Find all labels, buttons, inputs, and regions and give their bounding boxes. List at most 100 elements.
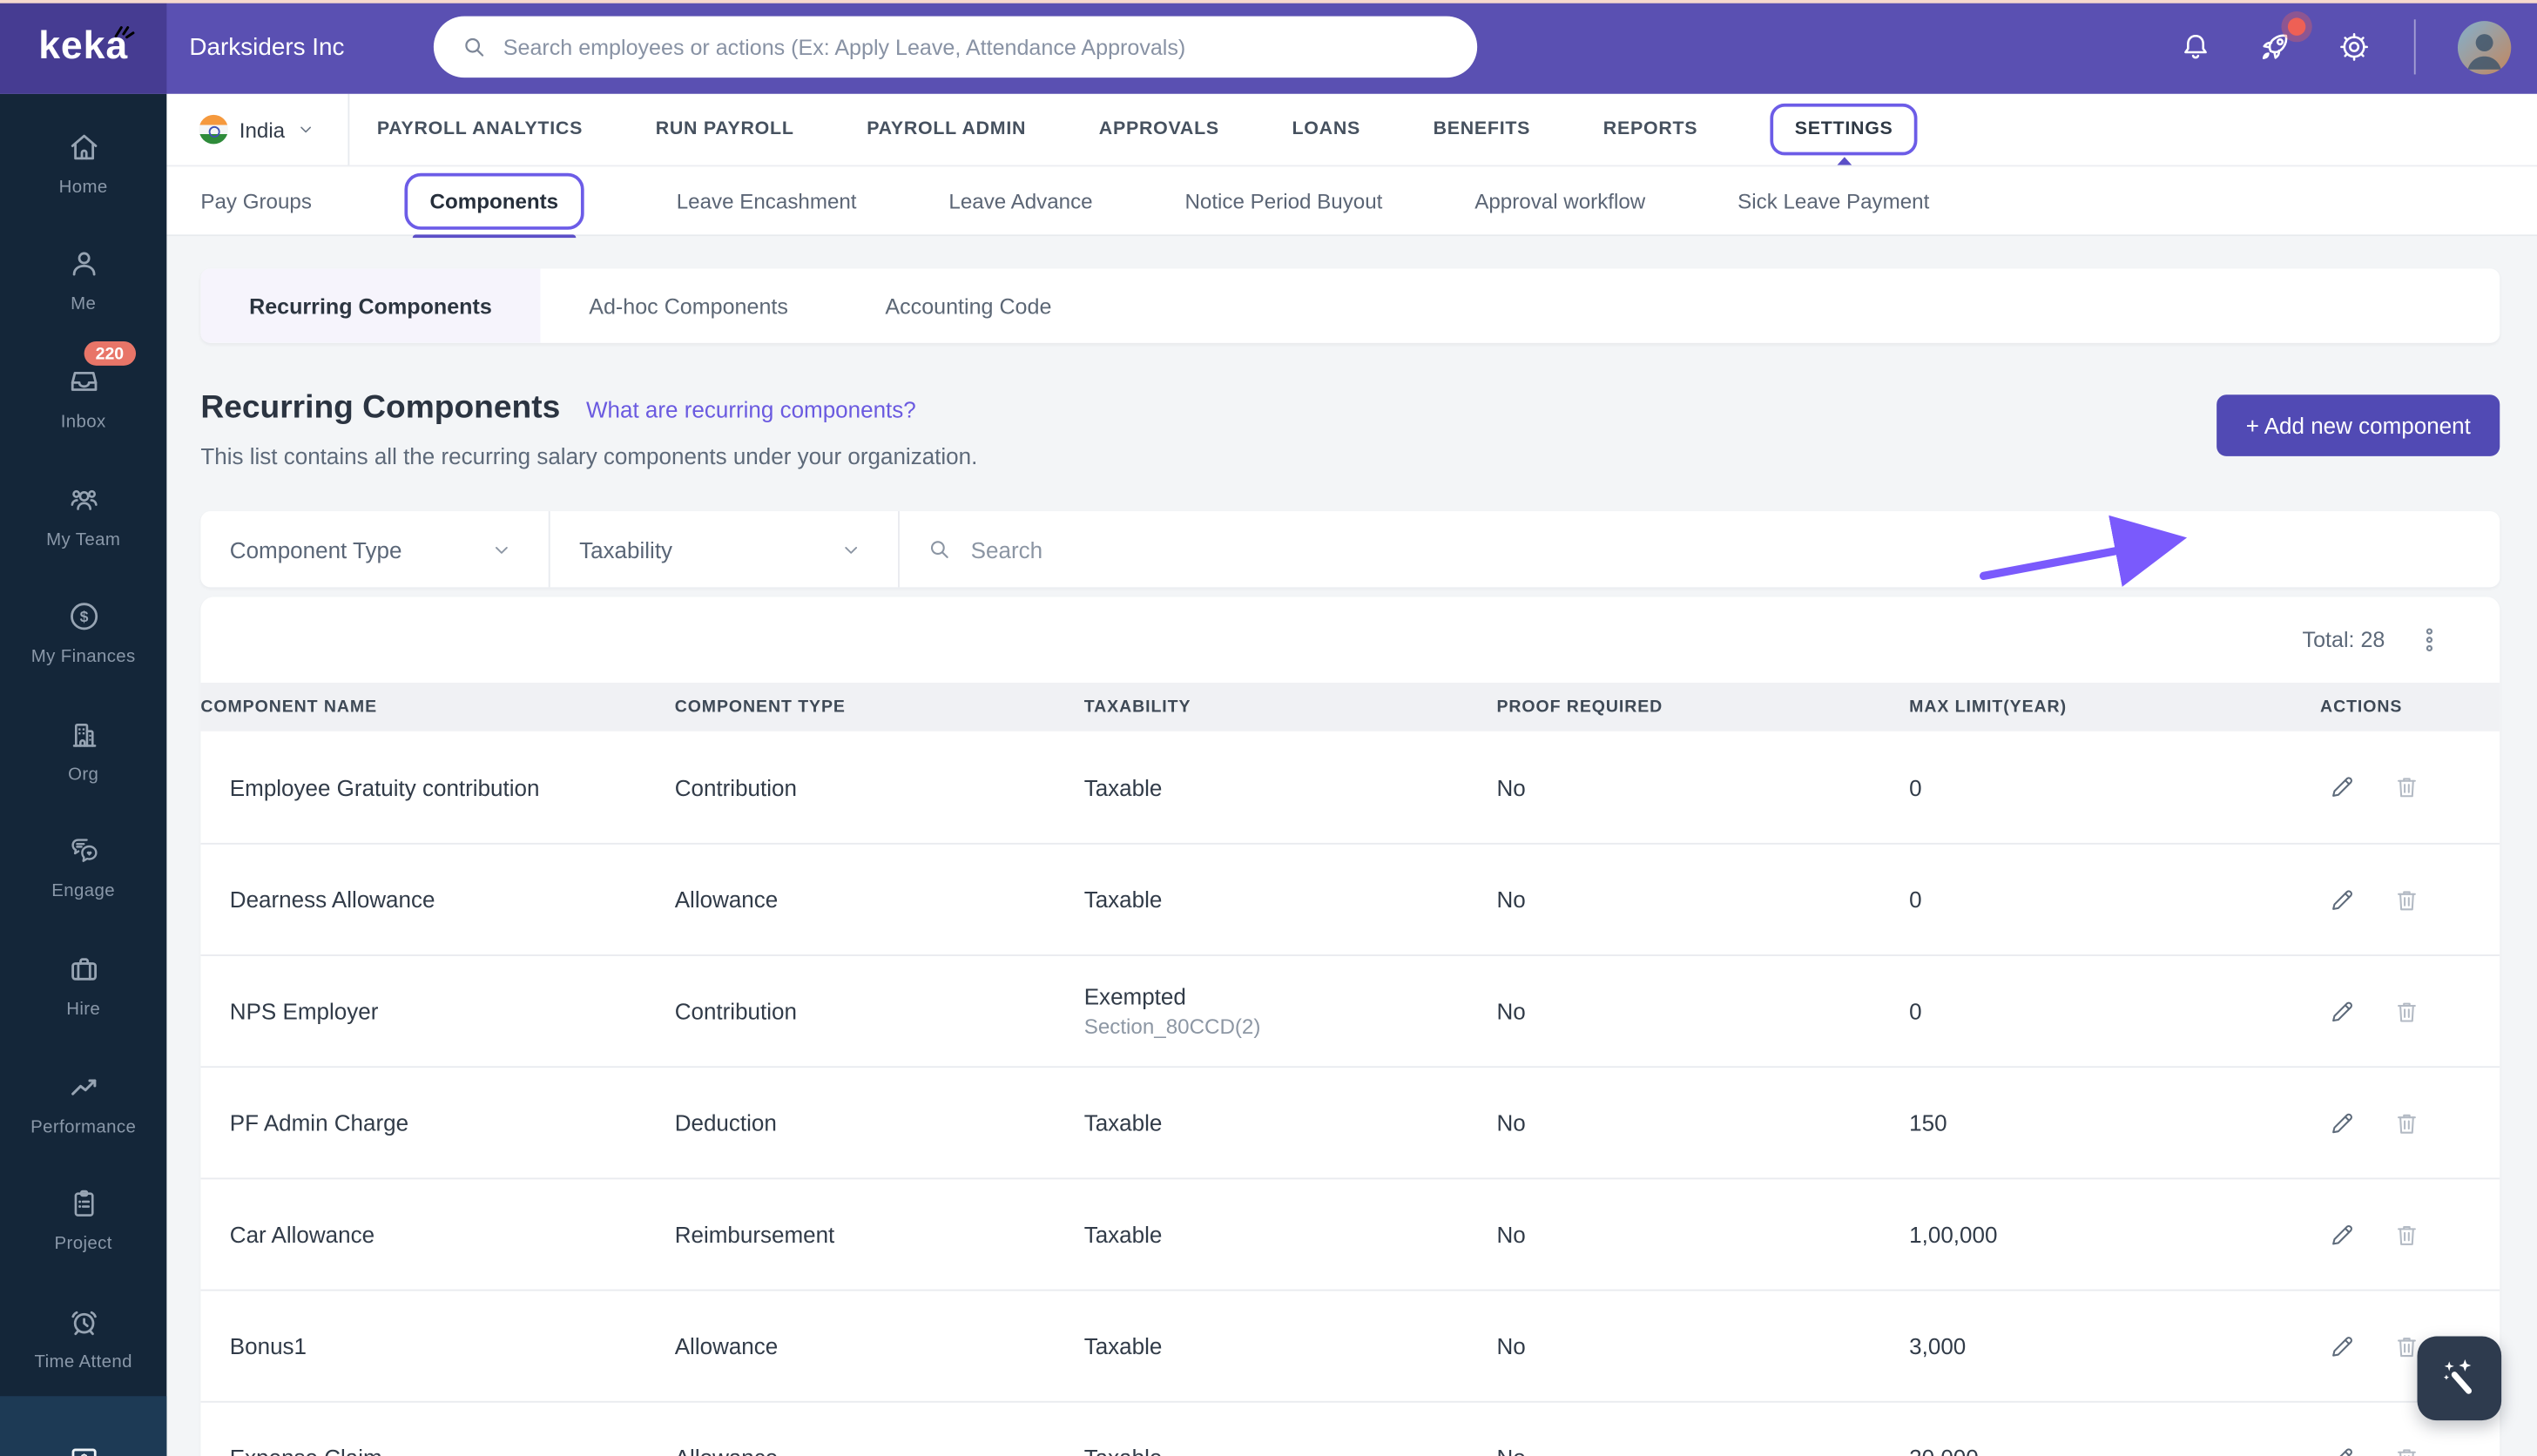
component-type-filter-label: Component Type bbox=[229, 536, 402, 563]
component-name: PF Admin Charge bbox=[229, 1109, 409, 1136]
magic-wand-button[interactable] bbox=[2417, 1336, 2502, 1421]
edit-icon[interactable] bbox=[2326, 1331, 2357, 1361]
table-row-bonus1: Bonus1 Allowance Taxable No 3,000 bbox=[200, 1289, 2500, 1401]
page-body: Recurring Components Ad-hoc Components Acc… bbox=[166, 238, 2537, 1456]
main-content: India PAYROLL ANALYTICS RUN PAYROLL PAYROL… bbox=[166, 93, 2537, 1456]
sidebar-item-label: Inbox bbox=[60, 412, 106, 432]
edit-icon[interactable] bbox=[2326, 1219, 2357, 1250]
component-type: Allowance bbox=[674, 1332, 779, 1359]
sidebar-item-label: Project bbox=[54, 1234, 112, 1255]
nav-item-benefits[interactable]: BENEFITS bbox=[1434, 107, 1531, 152]
edit-icon[interactable] bbox=[2326, 1108, 2357, 1138]
sidebar-item-home[interactable]: Home bbox=[0, 104, 166, 221]
kebab-menu-icon[interactable] bbox=[2411, 621, 2448, 658]
component-name: Dearness Allowance bbox=[229, 886, 435, 913]
sidebar-item-inbox[interactable]: 220 Inbox bbox=[0, 339, 166, 456]
taxability: Taxable bbox=[1083, 1109, 1163, 1136]
logo-spark-icon bbox=[111, 15, 138, 41]
taxability-filter[interactable]: Taxability bbox=[550, 511, 900, 588]
table-body: Employee Gratuity contribution Contribut… bbox=[200, 731, 2500, 1456]
component-type: Reimbursement bbox=[674, 1221, 835, 1248]
edit-icon[interactable] bbox=[2326, 1442, 2357, 1456]
subnav-item-pay-groups[interactable]: Pay Groups bbox=[200, 176, 312, 226]
taxability-filter-label: Taxability bbox=[579, 536, 673, 563]
delete-icon[interactable] bbox=[2392, 1442, 2422, 1456]
inbox-badge: 220 bbox=[84, 341, 136, 367]
sidebar-item-me[interactable]: Me bbox=[0, 221, 166, 339]
table-search-input[interactable] bbox=[970, 536, 2474, 563]
table-filters: Component Type Taxability bbox=[200, 511, 2500, 588]
subnav-item-notice-period-buyout[interactable]: Notice Period Buyout bbox=[1184, 176, 1382, 226]
delete-icon[interactable] bbox=[2392, 995, 2422, 1026]
column-taxability: TAXABILITY bbox=[1083, 697, 1191, 717]
column-max-limit-year: MAX LIMIT(YEAR) bbox=[1909, 697, 2067, 717]
subnav-item-sick-leave-payment[interactable]: Sick Leave Payment bbox=[1737, 176, 1929, 226]
sidebar-item-hire[interactable]: Hire bbox=[0, 926, 166, 1043]
edit-icon[interactable] bbox=[2326, 772, 2357, 802]
gear-icon[interactable] bbox=[2337, 29, 2372, 64]
performance-icon bbox=[64, 1067, 103, 1106]
global-search-input[interactable] bbox=[503, 34, 1452, 59]
sidebar-item-label: Me bbox=[71, 294, 97, 315]
proof-required: No bbox=[1496, 1109, 1526, 1136]
component-name: NPS Employer bbox=[229, 998, 379, 1024]
sidebar-item-my-team[interactable]: My Team bbox=[0, 455, 166, 573]
tab-accounting-code[interactable]: Accounting Code bbox=[837, 268, 1100, 342]
global-search[interactable] bbox=[433, 16, 1478, 78]
nav-item-settings[interactable]: SETTINGS bbox=[1770, 103, 1918, 156]
component-name: Car Allowance bbox=[229, 1221, 375, 1248]
nav-item-loans[interactable]: LOANS bbox=[1292, 107, 1360, 152]
add-new-component-button[interactable]: + Add new component bbox=[2217, 394, 2500, 456]
topbar-icons bbox=[2178, 0, 2512, 94]
sidebar-item-time-attend[interactable]: Time Attend bbox=[0, 1278, 166, 1396]
delete-icon[interactable] bbox=[2392, 884, 2422, 914]
nav-item-run-payroll[interactable]: RUN PAYROLL bbox=[656, 107, 794, 152]
keka-logo[interactable]: keka bbox=[0, 0, 167, 94]
table-search[interactable] bbox=[900, 511, 2500, 587]
component-type: Allowance bbox=[675, 1445, 1084, 1456]
tab-recurring-components[interactable]: Recurring Components bbox=[200, 268, 541, 343]
nav-item-reports[interactable]: REPORTS bbox=[1603, 107, 1698, 152]
table-row-expense-claim: Expense Claim Allowance Taxable No 20,00… bbox=[200, 1400, 2500, 1456]
row-actions bbox=[2320, 1108, 2500, 1138]
component-type-filter[interactable]: Component Type bbox=[200, 511, 550, 588]
delete-icon[interactable] bbox=[2392, 772, 2422, 802]
sidebar-item-engage[interactable]: Engage bbox=[0, 808, 166, 926]
avatar[interactable] bbox=[2457, 20, 2512, 74]
rocket-icon[interactable] bbox=[2256, 17, 2306, 67]
sidebar-item-org[interactable]: Org bbox=[0, 691, 166, 808]
engage-icon bbox=[64, 832, 103, 872]
person-icon bbox=[64, 245, 103, 284]
subnav-item-approval-workflow[interactable]: Approval workflow bbox=[1474, 176, 1645, 226]
sidebar-item-performance[interactable]: Performance bbox=[0, 1043, 166, 1161]
home-icon bbox=[64, 127, 103, 166]
column-proof-required: PROOF REQUIRED bbox=[1496, 697, 1663, 717]
nav-item-approvals[interactable]: APPROVALS bbox=[1099, 107, 1219, 152]
component-type: Contribution bbox=[674, 773, 797, 800]
subnav-item-leave-encashment[interactable]: Leave Encashment bbox=[677, 176, 857, 226]
edit-icon[interactable] bbox=[2326, 995, 2357, 1026]
delete-icon[interactable] bbox=[2392, 1108, 2422, 1138]
bell-icon[interactable] bbox=[2178, 29, 2214, 64]
payroll-icon bbox=[64, 1440, 103, 1456]
help-link[interactable]: What are recurring components? bbox=[586, 396, 916, 422]
column-component-name: COMPONENT NAME bbox=[200, 697, 378, 717]
legal-entity-selector[interactable]: India bbox=[166, 93, 350, 165]
sidebar-item-my-finances[interactable]: My Finances bbox=[0, 573, 166, 691]
sidebar-item-payroll[interactable] bbox=[0, 1395, 167, 1456]
max-limit: 20,000 bbox=[1909, 1445, 2320, 1456]
delete-icon[interactable] bbox=[2392, 1219, 2422, 1250]
sidebar-item-label: Time Attend bbox=[34, 1352, 132, 1372]
component-name: Bonus1 bbox=[229, 1332, 307, 1359]
finances-icon bbox=[64, 597, 103, 637]
edit-icon[interactable] bbox=[2326, 884, 2357, 914]
table-row-pf-admin-charge: PF Admin Charge Deduction Taxable No 150 bbox=[200, 1066, 2500, 1177]
inbox-icon bbox=[64, 362, 103, 401]
subnav-item-leave-advance[interactable]: Leave Advance bbox=[948, 176, 1092, 226]
nav-item-payroll-admin[interactable]: PAYROLL ADMIN bbox=[867, 107, 1026, 152]
legal-entity-label: India bbox=[239, 117, 286, 142]
nav-item-payroll-analytics[interactable]: PAYROLL ANALYTICS bbox=[377, 107, 583, 152]
tab-ad-hoc-components[interactable]: Ad-hoc Components bbox=[541, 268, 837, 342]
sidebar-item-project[interactable]: Project bbox=[0, 1161, 166, 1278]
subnav-item-components[interactable]: Components bbox=[403, 172, 584, 240]
